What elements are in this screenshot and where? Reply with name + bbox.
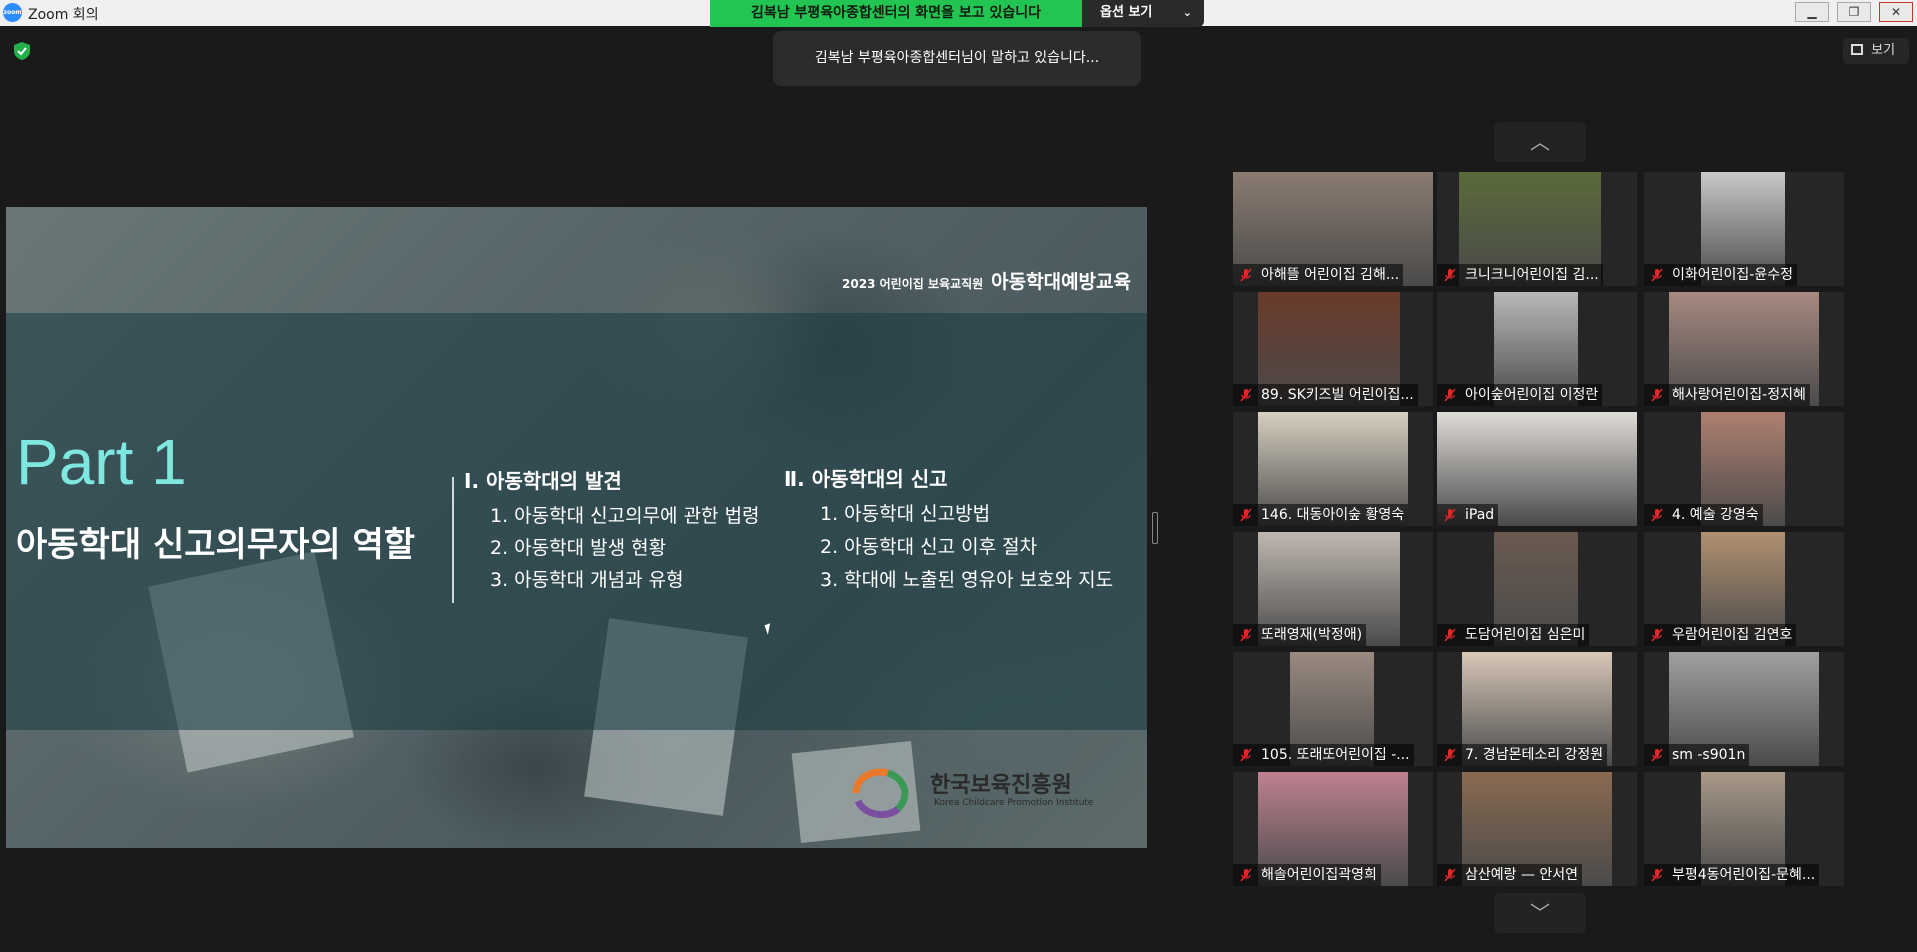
muted-mic-icon [1651,388,1663,402]
muted-mic-icon [1444,748,1456,762]
chevron-down-icon: ﹀ [1530,901,1550,925]
participant-name: 105. 또래또어린이집 -... [1233,744,1414,766]
muted-mic-icon [1651,628,1663,642]
chevron-up-icon: ︿ [1530,130,1550,154]
slide-caption-small: 2023 어린이집 보육교직원 [842,277,984,291]
kcpi-logo-icon [852,768,909,819]
participant-name: 아이숲어린이집 이정란 [1437,384,1603,406]
muted-mic-icon [1651,508,1663,522]
active-speaker-indicator: 김복남 부평육아종합센터님이 말하고 있습니다... [773,31,1141,86]
participant-name: 부평4동어린이집-문혜... [1644,864,1820,886]
minimize-button[interactable]: ▁ [1795,2,1829,22]
participant-tile[interactable]: 삼산예랑 — 안서연 [1437,772,1637,886]
section-item: 2. 아동학대 신고 이후 절차 [820,536,1038,558]
kcpi-logo-subtext: Korea Childcare Promotion Institute [934,798,1094,808]
participant-name: 우람어린이집 김연호 [1644,624,1797,646]
view-options-label: 옵션 보기 [1100,5,1153,20]
participant-tile[interactable]: 해솔어린이집곽영희 [1233,772,1433,886]
participant-tile[interactable]: sm -s901n [1644,652,1844,766]
maximize-button[interactable]: ❐ [1837,2,1871,22]
slide-caption-big: 아동학대예방교육 [991,271,1131,293]
participant-tile[interactable]: 4. 예술 강영숙 [1644,412,1844,526]
muted-mic-icon [1444,388,1456,402]
participant-tile[interactable]: 부평4동어린이집-문혜... [1644,772,1844,886]
view-layout-label: 보기 [1871,43,1896,58]
muted-mic-icon [1240,268,1252,282]
section-item: 1. 아동학대 신고의무에 관한 법령 [490,505,760,527]
chevron-down-icon: ⌄ [1182,6,1192,19]
participant-tile[interactable]: 이화어린이집-윤수정 [1644,172,1844,286]
participant-tile[interactable]: iPad [1437,412,1637,526]
slide-role-title: 아동학대 신고의무자의 역할 [16,525,416,565]
muted-mic-icon [1444,628,1456,642]
muted-mic-icon [1240,508,1252,522]
split-resize-handle[interactable] [1152,512,1158,544]
participant-tile[interactable]: 7. 경남몬테소리 강정원 [1437,652,1637,766]
view-options-button[interactable]: 옵션 보기 ⌄ [1082,0,1204,27]
participant-name: 89. SK키즈빌 어린이집... [1233,384,1418,406]
section-heading: Ⅰ. 아동학대의 발견 [464,469,622,493]
participant-name: 해솔어린이집곽영희 [1233,864,1381,886]
grid-icon [1851,44,1863,55]
muted-mic-icon [1444,268,1456,282]
muted-mic-icon [1240,388,1252,402]
muted-mic-icon [1444,508,1456,522]
zoom-app-icon: zoom [3,3,22,22]
section-item: 3. 학대에 노출된 영유아 보호와 지도 [820,569,1114,591]
section-item: 3. 아동학대 개념과 유형 [490,569,684,591]
participant-tile[interactable]: 우람어린이집 김연호 [1644,532,1844,646]
participant-tile[interactable]: 도담어린이집 심은미 [1437,532,1637,646]
muted-mic-icon [1240,868,1252,882]
slide-part-title: Part 1 [16,426,187,498]
close-button[interactable]: ✕ [1879,2,1913,22]
gallery-page-down-button[interactable]: ﹀ [1494,893,1586,933]
muted-mic-icon [1240,748,1252,762]
participant-tile[interactable]: 해사랑어린이집-정지혜 [1644,292,1844,406]
muted-mic-icon [1651,268,1663,282]
participant-tile[interactable]: 아해뜰 어린이집 김해... [1233,172,1433,286]
slide-divider [452,477,454,603]
participant-name: 도담어린이집 심은미 [1437,624,1590,646]
participant-name: 크니크니어린이집 김... [1437,264,1603,286]
section-heading: Ⅱ. 아동학대의 신고 [784,467,948,491]
participant-tile[interactable]: 105. 또래또어린이집 -... [1233,652,1433,766]
section-item: 2. 아동학대 발생 현황 [490,537,667,559]
muted-mic-icon [1240,628,1252,642]
gallery-page-up-button[interactable]: ︿ [1494,122,1586,162]
participant-name: 7. 경남몬테소리 강정원 [1437,744,1608,766]
encryption-shield-icon[interactable] [12,41,32,61]
participant-tile[interactable]: 89. SK키즈빌 어린이집... [1233,292,1433,406]
view-layout-button[interactable]: 보기 [1843,38,1909,64]
section-item: 1. 아동학대 신고방법 [820,503,991,525]
participant-name: 이화어린이집-윤수정 [1644,264,1797,286]
participant-name: 146. 대동아이숲 황영숙 [1233,504,1409,526]
muted-mic-icon [1651,868,1663,882]
participant-tile[interactable]: 크니크니어린이집 김... [1437,172,1637,286]
participant-name: 해사랑어린이집-정지혜 [1644,384,1810,406]
muted-mic-icon [1444,868,1456,882]
participant-tile[interactable]: 146. 대동아이숲 황영숙 [1233,412,1433,526]
participant-name: 삼산예랑 — 안서연 [1437,864,1583,886]
screen-share-banner: 김복남 부평육아종합센터의 화면을 보고 있습니다 [710,0,1082,27]
muted-mic-icon [1651,748,1663,762]
kcpi-logo-text: 한국보육진흥원 [930,773,1072,798]
shared-screen-slide: 2023 어린이집 보육교직원 아동학대예방교육 Part 1 아동학대 신고의… [6,207,1147,848]
participant-tile[interactable]: 아이숲어린이집 이정란 [1437,292,1637,406]
participant-tile[interactable]: 또래영재(박정애) [1233,532,1433,646]
participant-name: 아해뜰 어린이집 김해... [1233,264,1404,286]
window-title: Zoom 회의 [28,7,99,23]
slide-top-caption: 2023 어린이집 보육교직원 아동학대예방교육 [842,267,1131,294]
